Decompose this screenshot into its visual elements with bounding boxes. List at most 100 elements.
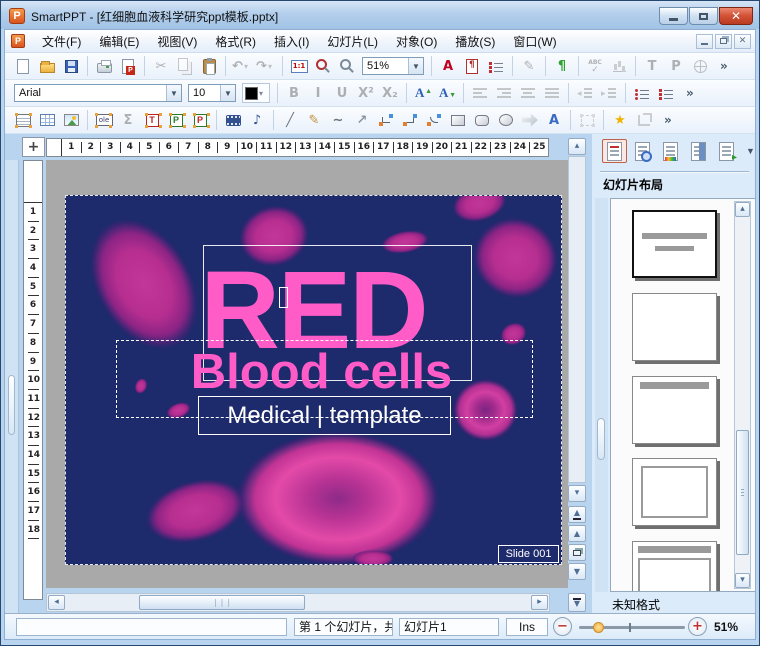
slide-layout-button[interactable]: [602, 139, 627, 163]
draw-arrow[interactable]: ↗: [350, 109, 374, 131]
zoom-out[interactable]: [335, 55, 359, 77]
menu-item-5[interactable]: 插入(I): [265, 30, 318, 53]
undo[interactable]: ↶ ▾: [230, 55, 254, 77]
crop[interactable]: [632, 109, 656, 131]
slide-master-button[interactable]: [686, 139, 711, 163]
underline[interactable]: U: [330, 82, 354, 104]
layout-scroll-thumb[interactable]: [736, 430, 749, 555]
font-size-combo[interactable]: 10 ▼: [188, 84, 236, 102]
chevron-down-icon[interactable]: ▼: [220, 85, 235, 101]
color-scheme-button[interactable]: [658, 139, 683, 163]
vertical-ruler[interactable]: 1 2 3 4 5 6 7 8 9 10 11 12 13 14 15 16 17 18: [23, 160, 43, 600]
connector-elbow[interactable]: [398, 109, 422, 131]
insert-title-placeholder[interactable]: [140, 109, 164, 131]
draw-rounded-rectangle[interactable]: [470, 109, 494, 131]
insert-text-placeholder[interactable]: [164, 109, 188, 131]
print[interactable]: [92, 55, 116, 77]
zoom-actual-size[interactable]: [287, 55, 311, 77]
chevron-down-icon[interactable]: ▾: [244, 62, 252, 71]
horizontal-ruler[interactable]: 1 2 3 4 5 6 7 8 9 10 11 12 13 14 15 16 17 18 19 20 21 22 23 24 2…: [46, 138, 549, 157]
zoom-slider-thumb[interactable]: [593, 622, 604, 633]
zoom-in[interactable]: [311, 55, 335, 77]
draw-freeform[interactable]: ✎: [302, 109, 326, 131]
export-pdf[interactable]: [116, 55, 140, 77]
zoom-in-button[interactable]: +: [688, 617, 707, 636]
zoom-level-combo[interactable]: 51% ▼: [362, 57, 424, 75]
gallery[interactable]: [607, 55, 631, 77]
layout-thumbnail-content[interactable]: [632, 458, 717, 526]
formatting-marks[interactable]: ¶: [550, 55, 574, 77]
horizontal-scroll-thumb[interactable]: [139, 595, 305, 610]
font-name-combo[interactable]: Arial ▼: [14, 84, 182, 102]
insert-text-frame[interactable]: [11, 109, 35, 131]
layout-scrollbar[interactable]: ▴ ▾: [734, 201, 751, 589]
menu-item-1[interactable]: 文件(F): [33, 30, 90, 53]
scroll-right-button[interactable]: ▸: [531, 595, 548, 610]
spellcheck[interactable]: [583, 55, 607, 77]
toolbar-overflow[interactable]: »: [716, 60, 732, 72]
numbered-list[interactable]: [654, 82, 678, 104]
slide[interactable]: RED Blood cells Medical | template Slide…: [65, 195, 562, 565]
insert-table[interactable]: [35, 109, 59, 131]
draw-block-arrow[interactable]: [518, 109, 542, 131]
connector-straight[interactable]: [374, 109, 398, 131]
toolbar-overflow[interactable]: »: [682, 87, 698, 99]
menu-item-8[interactable]: 播放(S): [446, 30, 504, 53]
align-center[interactable]: [516, 82, 540, 104]
slide-sorter-button[interactable]: [568, 544, 586, 561]
draw-ellipse[interactable]: [494, 109, 518, 131]
slide-canvas[interactable]: RED Blood cells Medical | template Slide…: [46, 160, 568, 588]
text-placeholder-t[interactable]: T: [640, 55, 664, 77]
maximize-button[interactable]: [689, 7, 718, 25]
subscript[interactable]: X₂: [378, 82, 402, 104]
layout-thumbnail-blank[interactable]: [632, 293, 717, 361]
close-button[interactable]: ✕: [719, 7, 753, 25]
group-objects[interactable]: [575, 109, 599, 131]
superscript[interactable]: X²: [354, 82, 378, 104]
scroll-down-button[interactable]: ▾: [568, 485, 586, 502]
left-splitter[interactable]: [5, 160, 19, 613]
scroll-left-button[interactable]: ◂: [48, 595, 65, 610]
vertical-scrollbar[interactable]: [568, 156, 586, 483]
first-slide-button[interactable]: ▲: [568, 506, 586, 523]
menu-item-3[interactable]: 视图(V): [148, 30, 206, 53]
menu-item-7[interactable]: 对象(O): [387, 30, 446, 53]
minimize-button[interactable]: [659, 7, 688, 25]
new-document[interactable]: [11, 55, 35, 77]
previous-slide-button[interactable]: ▲: [568, 525, 586, 542]
slide-number-badge[interactable]: Slide 001: [498, 545, 559, 563]
shrink-font[interactable]: [435, 82, 459, 104]
cut[interactable]: ✂: [149, 55, 173, 77]
mdi-restore-button[interactable]: [715, 33, 732, 49]
slide-design-button[interactable]: [630, 139, 655, 163]
menu-item-4[interactable]: 格式(R): [206, 30, 265, 53]
insert-content-placeholder[interactable]: [188, 109, 212, 131]
extrusion-star[interactable]: ★: [608, 109, 632, 131]
slide-transition-button[interactable]: [714, 139, 739, 163]
mdi-minimize-button[interactable]: [696, 33, 713, 49]
grow-font[interactable]: [411, 82, 435, 104]
layout-thumbnail-title-content[interactable]: [632, 541, 717, 591]
zoom-slider[interactable]: [579, 622, 685, 633]
splitter-handle-icon[interactable]: [597, 418, 605, 460]
document-icon[interactable]: P: [11, 34, 25, 48]
menu-item-9[interactable]: 窗口(W): [504, 30, 565, 53]
bullet-list[interactable]: [630, 82, 654, 104]
chevron-down-icon[interactable]: ▾: [259, 89, 267, 98]
scroll-up-button[interactable]: ▴: [568, 138, 586, 155]
open-document[interactable]: [35, 55, 59, 77]
next-slide-button[interactable]: ▼: [568, 563, 586, 580]
paste[interactable]: [197, 55, 221, 77]
insert-ole-object[interactable]: [92, 109, 116, 131]
insert-audio[interactable]: ♪: [245, 109, 269, 131]
menu-item-6[interactable]: 幻灯片(L): [318, 30, 387, 53]
text-placeholder-p[interactable]: P: [664, 55, 688, 77]
italic[interactable]: I: [306, 82, 330, 104]
bold[interactable]: B: [282, 82, 306, 104]
mdi-close-button[interactable]: ✕: [734, 33, 751, 49]
layout-thumbnail-title-only[interactable]: [632, 376, 717, 444]
fontwork[interactable]: A: [542, 109, 566, 131]
draw-curve[interactable]: ∼: [326, 109, 350, 131]
paragraph-settings[interactable]: [460, 55, 484, 77]
redo[interactable]: ↷ ▾: [254, 55, 278, 77]
